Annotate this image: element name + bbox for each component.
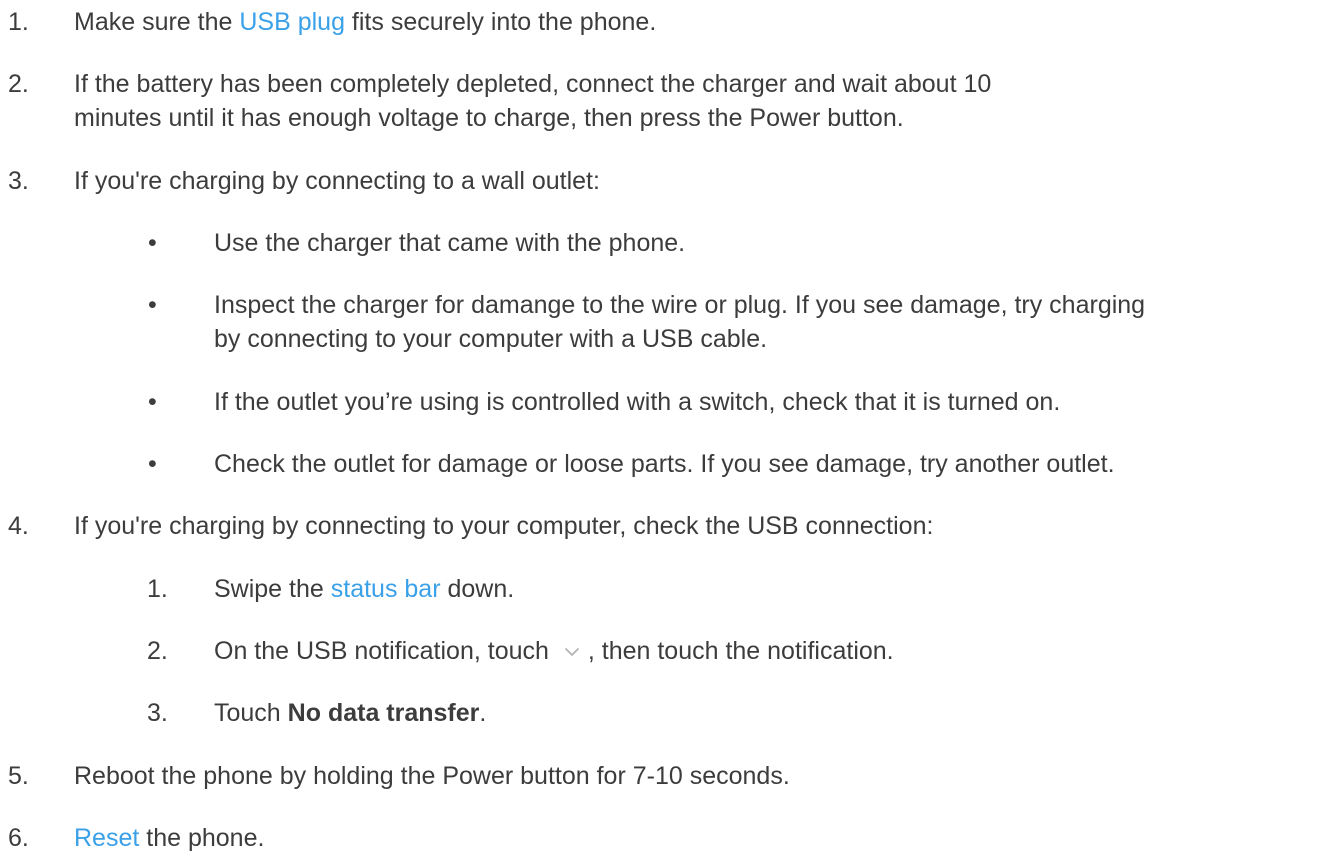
substep-number: 2. (147, 637, 168, 665)
step-number: 6. (8, 824, 29, 852)
step-text: Reboot the phone by holding the Power bu… (74, 762, 790, 790)
substep-number: 3. (147, 699, 168, 727)
step-text: Make sure the USB plug fits securely int… (74, 8, 657, 36)
step-number: 2. (8, 70, 29, 98)
bullet-text: Use the charger that came with the phone… (214, 229, 686, 257)
step-text: If you're charging by connecting to your… (74, 512, 934, 540)
step-number: 4. (8, 512, 29, 540)
chevron-down-icon (559, 636, 585, 656)
bullet-text: Check the outlet for damage or loose par… (214, 450, 1115, 478)
step-text: If the battery has been completely deple… (74, 70, 992, 132)
bullet-marker: • (148, 388, 157, 416)
substep-text: On the USB notification, touch , then to… (214, 636, 894, 665)
step-number: 1. (8, 8, 29, 36)
step-number: 3. (8, 167, 29, 195)
bullet-text: If the outlet you’re using is controlled… (214, 388, 1061, 416)
bullet-marker: • (148, 291, 157, 319)
reset-link[interactable]: Reset (74, 824, 139, 852)
bullet-text: Inspect the charger for damange to the w… (214, 291, 1146, 353)
substep-text: Swipe the status bar down. (214, 575, 515, 603)
step-text: If you're charging by connecting to a wa… (74, 167, 600, 195)
troubleshooting-steps: 1. Make sure the USB plug fits securely … (0, 0, 1341, 861)
bullet-marker: • (148, 229, 157, 257)
no-data-transfer-label: No data transfer (287, 699, 480, 727)
status-bar-link[interactable]: status bar (331, 575, 441, 603)
usb-plug-link[interactable]: USB plug (239, 8, 345, 36)
step-number: 5. (8, 762, 29, 790)
substep-number: 1. (147, 575, 168, 603)
bullet-marker: • (148, 450, 157, 478)
step-text: Reset the phone. (74, 824, 265, 852)
substep-text: Touch No data transfer. (214, 699, 487, 727)
